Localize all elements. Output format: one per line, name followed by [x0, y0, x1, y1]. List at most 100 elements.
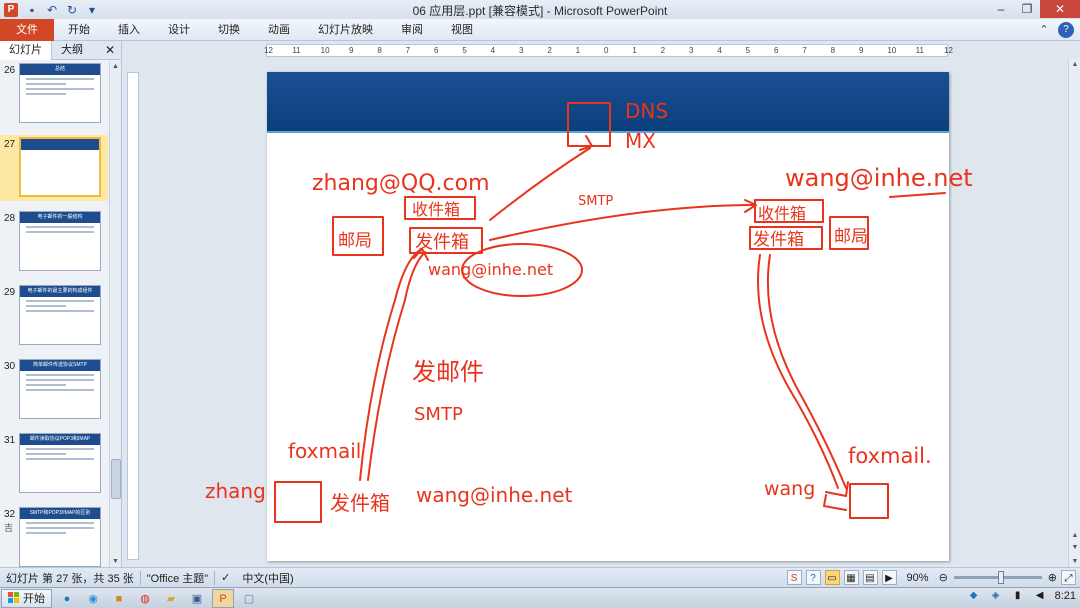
- tab-animations[interactable]: 动画: [254, 19, 304, 41]
- prev-slide-icon[interactable]: ▲: [1070, 532, 1080, 539]
- thumbnail-item[interactable]: 26 总结: [0, 61, 108, 127]
- thumbnail-title: 简单邮件传送协议SMTP: [20, 360, 100, 371]
- slide-thumbnail[interactable]: SMTP和POP3/IMAP的区别: [19, 507, 101, 567]
- fit-to-window-icon[interactable]: ⤢: [1061, 570, 1076, 585]
- tab-insert[interactable]: 插入: [104, 19, 154, 41]
- scroll-up-icon[interactable]: ▲: [110, 63, 121, 70]
- tab-file[interactable]: 文件: [0, 18, 54, 41]
- ruler-tick-label: 4: [490, 46, 496, 55]
- tab-slides[interactable]: 幻灯片: [0, 40, 52, 60]
- ruler-tick-label: 7: [802, 46, 807, 55]
- status-bar: 幻灯片 第 27 张，共 35 张 "Office 主题" ✓ 中文(中国) S…: [0, 567, 1080, 587]
- volume-icon[interactable]: ◀: [1033, 589, 1047, 603]
- save-icon[interactable]: ▪: [24, 2, 40, 18]
- slide-title-bar: [267, 72, 949, 133]
- thumbnail-item[interactable]: 29 电子邮件的最主要的构成组件: [0, 283, 108, 349]
- thumbnail-line: [26, 310, 94, 312]
- thumbnail-line: [26, 83, 66, 85]
- help-status-icon[interactable]: ?: [805, 570, 821, 585]
- thumbnail-item[interactable]: 28 电子邮件的一般结构: [0, 209, 108, 275]
- tool-app-icon[interactable]: ▣: [186, 589, 208, 608]
- tray-app-icon[interactable]: ◆: [967, 589, 981, 603]
- thumbnail-item-selected[interactable]: 27: [0, 135, 108, 201]
- panel-scrollbar[interactable]: ▲ ▼: [109, 61, 121, 567]
- reading-view-icon[interactable]: ▤: [862, 570, 878, 585]
- scroll-down-icon[interactable]: ▼: [110, 558, 121, 565]
- scroll-down-icon[interactable]: ▼: [1070, 558, 1080, 565]
- undo-icon[interactable]: ↶: [44, 2, 60, 18]
- close-icon[interactable]: ✕: [1040, 0, 1080, 18]
- spellcheck-icon[interactable]: ✓: [215, 571, 236, 584]
- zoom-level[interactable]: 90%: [901, 572, 935, 584]
- theme-status[interactable]: "Office 主题": [141, 570, 214, 586]
- slide-thumbnail[interactable]: 电子邮件的最主要的构成组件: [19, 285, 101, 345]
- panel-scroll-thumb[interactable]: [111, 459, 121, 499]
- zoom-in-icon[interactable]: ⊕: [1048, 571, 1057, 584]
- slide-thumbnail[interactable]: 总结: [19, 63, 101, 123]
- thumbnail-line: [26, 374, 94, 376]
- slide-count-status: 幻灯片 第 27 张，共 35 张: [6, 572, 134, 585]
- thumbnail-line: [26, 527, 94, 529]
- thumbnail-item[interactable]: 32 吉 SMTP和POP3/IMAP的区别: [0, 505, 108, 567]
- powerpoint-app-icon[interactable]: P: [4, 2, 18, 17]
- ruler-tick-label: 1: [632, 46, 637, 55]
- thumbnail-title: SMTP和POP3/IMAP的区别: [20, 508, 100, 519]
- slideshow-icon[interactable]: ▶: [881, 570, 897, 585]
- tab-transitions[interactable]: 切换: [204, 19, 254, 41]
- normal-view-icon[interactable]: ▭: [824, 570, 840, 585]
- tab-view[interactable]: 视图: [437, 19, 487, 41]
- scroll-up-icon[interactable]: ▲: [1070, 61, 1080, 68]
- thumbnail-line: [26, 384, 66, 386]
- package-app-icon[interactable]: ■: [108, 589, 130, 608]
- slide-canvas[interactable]: [267, 72, 949, 561]
- next-slide-icon[interactable]: ▼: [1070, 544, 1080, 551]
- ruler-tick-label: 4: [717, 46, 722, 55]
- minimize-ribbon-icon[interactable]: ⌃: [1036, 22, 1052, 38]
- ruler-tick-label: 12: [264, 46, 273, 55]
- tab-review[interactable]: 审阅: [387, 19, 437, 41]
- thumbnail-line: [26, 305, 66, 307]
- powerpoint-taskbar-icon[interactable]: P: [212, 588, 234, 608]
- clock[interactable]: 8:21: [1055, 590, 1076, 602]
- close-panel-icon[interactable]: ✕: [105, 43, 115, 57]
- ribbon-right-controls: ⌃ ?: [1036, 22, 1074, 38]
- tray-app-icon[interactable]: ◈: [989, 589, 1003, 603]
- network-icon[interactable]: ▮: [1011, 589, 1025, 603]
- redo-icon[interactable]: ↻: [64, 2, 80, 18]
- tab-slideshow[interactable]: 幻灯片放映: [304, 19, 387, 41]
- browser-app-icon[interactable]: ◉: [82, 589, 104, 608]
- restore-icon[interactable]: ❐: [1014, 0, 1040, 18]
- tab-design[interactable]: 设计: [154, 19, 204, 41]
- thumbnail-item[interactable]: 30 简单邮件传送协议SMTP: [0, 357, 108, 423]
- sogou-icon[interactable]: S: [786, 570, 802, 585]
- folder-app-icon[interactable]: ▰: [160, 589, 182, 608]
- window-app-icon[interactable]: ▢: [238, 589, 260, 608]
- slide-thumbnail[interactable]: 电子邮件的一般结构: [19, 211, 101, 271]
- ruler-tick-label: 2: [547, 46, 552, 55]
- slide-thumbnail[interactable]: 邮件读取协议POP3和IMAP: [19, 433, 101, 493]
- slides-panel: 幻灯片 大纲 ✕ 26 总结 27 28 电子邮件的一般结构 29 电子邮件的最…: [0, 40, 122, 567]
- language-status[interactable]: 中文(中国): [236, 570, 299, 586]
- tab-outline[interactable]: 大纲: [52, 41, 92, 60]
- slide-scrollbar[interactable]: ▲ ▲ ▼ ▼: [1068, 59, 1080, 567]
- slide-thumbnail[interactable]: 简单邮件传送协议SMTP: [19, 359, 101, 419]
- tab-home[interactable]: 开始: [54, 19, 104, 41]
- zoom-slider-knob[interactable]: [997, 571, 1004, 584]
- customize-qat-icon[interactable]: ▾: [84, 2, 100, 18]
- zoom-slider[interactable]: [953, 571, 1042, 584]
- horizontal-ruler[interactable]: 12 11 10 9 8 7 6 5 4 3 2 1 0 1 2 3 4 5 6 7 8 9 10 11 12: [264, 44, 953, 57]
- minimize-icon[interactable]: –: [988, 0, 1014, 18]
- ruler-tick-label: 0: [604, 46, 609, 55]
- vertical-ruler[interactable]: [127, 72, 139, 560]
- thumbnail-item[interactable]: 31 邮件读取协议POP3和IMAP: [0, 431, 108, 497]
- chrome-app-icon[interactable]: ◍: [134, 589, 156, 608]
- ruler-tick-label: 5: [745, 46, 751, 55]
- qq-app-icon[interactable]: ●: [56, 589, 78, 608]
- zoom-out-icon[interactable]: ⊖: [939, 571, 948, 584]
- slide-thumbnail[interactable]: [19, 137, 101, 197]
- help-icon[interactable]: ?: [1058, 22, 1074, 38]
- ruler-tick-label: 6: [434, 46, 439, 55]
- start-button[interactable]: 开始: [1, 588, 52, 608]
- window-controls: – ❐ ✕: [988, 0, 1080, 18]
- slide-sorter-icon[interactable]: ▦: [843, 570, 859, 585]
